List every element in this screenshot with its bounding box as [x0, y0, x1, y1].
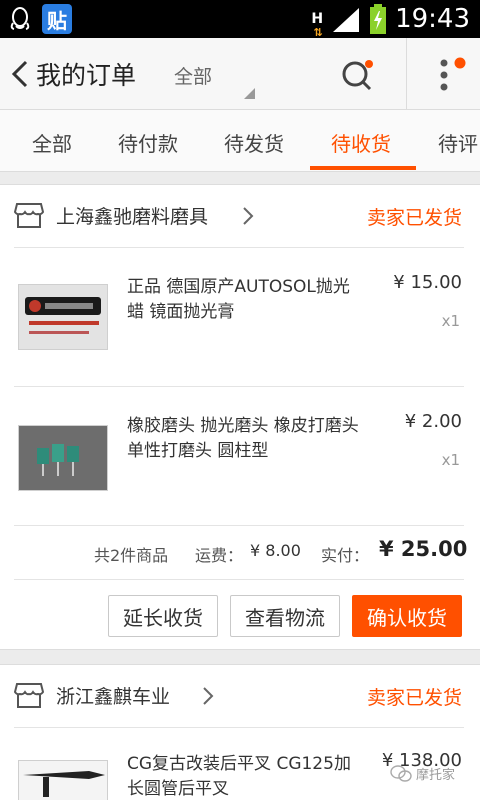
battery-icon [370, 4, 387, 34]
order-card: 上海鑫驰磨料磨具 卖家已发货 正品 德国原产AUTOSOL抛光蜡 镜面抛光膏 ¥… [0, 184, 480, 650]
product-thumbnail [18, 760, 108, 800]
shop-row[interactable]: 浙江鑫麒车业 卖家已发货 [0, 665, 480, 727]
divider [14, 579, 464, 580]
order-summary: 共2件商品 运费： ¥ 8.00 实付： ¥ 25.00 [0, 526, 480, 580]
tab-pending-payment[interactable]: 待付款 [118, 128, 178, 157]
item-count: 共2件商品 [94, 546, 169, 565]
order-status: 卖家已发货 [366, 207, 462, 229]
order-status-tabs: 全部 待付款 待发货 待收货 待评 [0, 110, 480, 172]
watermark: 摩托家 [390, 764, 455, 783]
shop-icon [14, 203, 44, 228]
list-item[interactable]: 正品 德国原产AUTOSOL抛光蜡 镜面抛光膏 ¥ 15.00 x1 [0, 248, 480, 386]
wechat-icon [390, 764, 412, 782]
order-filter-dropdown[interactable]: 全部 [174, 62, 212, 89]
more-menu-icon[interactable] [430, 54, 470, 96]
tab-pending-review[interactable]: 待评 [438, 128, 478, 157]
dropdown-corner-icon [244, 88, 255, 99]
divider [406, 38, 407, 110]
signal-icon [333, 8, 360, 32]
order-status: 卖家已发货 [366, 687, 462, 709]
product-title: 橡胶磨头 抛光磨头 橡皮打磨头 单性打磨头 圆柱型 [127, 416, 359, 461]
product-title: 正品 德国原产AUTOSOL抛光蜡 镜面抛光膏 [127, 277, 350, 322]
shop-name: 浙江鑫麒车业 [56, 686, 171, 708]
page-title: 我的订单 [36, 61, 137, 90]
product-price: ¥ 2.00 [404, 411, 462, 432]
product-thumbnail [18, 425, 108, 491]
chevron-right-icon [243, 207, 254, 225]
paid-label: 实付： [321, 546, 370, 565]
back-arrow-icon[interactable] [8, 58, 32, 90]
clock: 19:43 [395, 4, 470, 34]
title-bar: 我的订单 全部 [0, 38, 480, 110]
active-tab-indicator [310, 166, 416, 170]
network-type-icon: H ⇅ [311, 11, 324, 39]
list-item[interactable]: 橡胶磨头 抛光磨头 橡皮打磨头 单性打磨头 圆柱型 ¥ 2.00 x1 [0, 387, 480, 525]
watermark-text: 摩托家 [416, 768, 456, 783]
status-bar: 贴 H ⇅ 19:43 [0, 0, 480, 38]
shop-name: 上海鑫驰磨料磨具 [56, 206, 209, 228]
tieba-app-icon: 贴 [42, 4, 72, 34]
shop-icon [14, 683, 44, 708]
paid-total: ¥ 25.00 [379, 537, 468, 561]
shipping-label: 运费： [195, 546, 244, 565]
tab-pending-shipment[interactable]: 待发货 [224, 128, 284, 157]
product-quantity: x1 [441, 312, 460, 330]
shop-row[interactable]: 上海鑫驰磨料磨具 卖家已发货 [0, 185, 480, 247]
tab-pending-receipt[interactable]: 待收货 [331, 128, 391, 157]
extend-receipt-button[interactable]: 延长收货 [108, 595, 218, 637]
product-thumbnail [18, 284, 108, 350]
search-icon[interactable] [338, 56, 378, 96]
tab-all[interactable]: 全部 [32, 128, 72, 157]
product-quantity: x1 [441, 451, 460, 469]
qq-penguin-icon [6, 5, 34, 33]
product-price: ¥ 15.00 [393, 272, 462, 293]
view-logistics-button[interactable]: 查看物流 [230, 595, 340, 637]
shipping-value: ¥ 8.00 [250, 541, 301, 560]
product-title: CG复古改装后平叉 CG125加长圆管后平叉 [127, 754, 351, 799]
chevron-right-icon [203, 687, 214, 705]
confirm-receipt-button[interactable]: 确认收货 [352, 595, 462, 637]
